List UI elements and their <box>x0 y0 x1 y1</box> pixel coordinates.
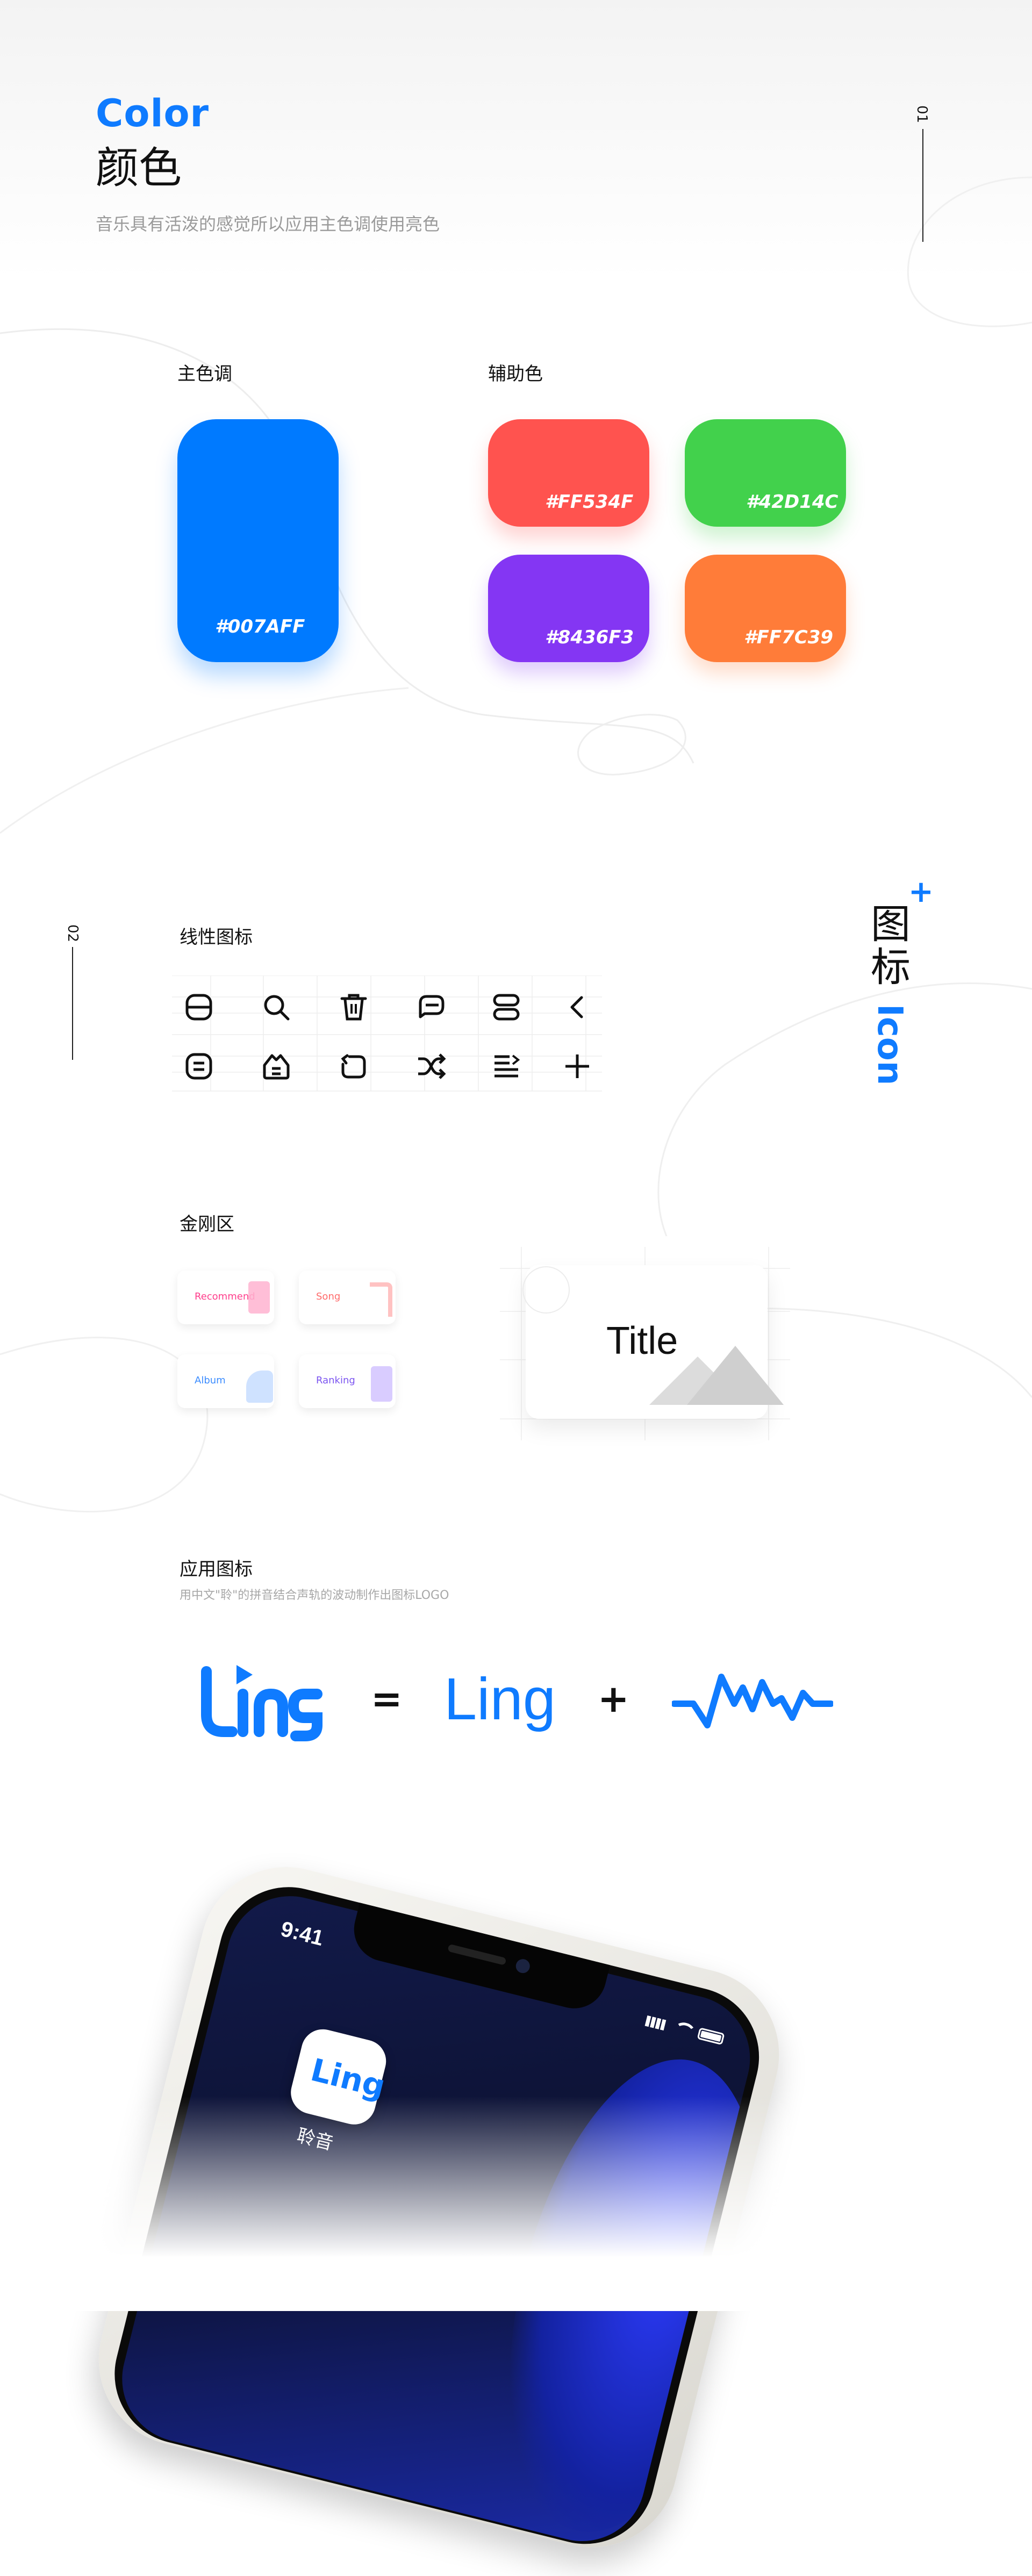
kingkong-ranking[interactable]: Ranking <box>299 1354 396 1408</box>
secondary-swatch-purple: #8436F3 <box>488 555 649 662</box>
recommend-thumb-icon <box>248 1281 270 1314</box>
chat-bubble-icon <box>419 995 445 1018</box>
trash-icon <box>340 994 367 1021</box>
inbox-icon <box>263 1054 290 1080</box>
app-icon-description: 用中文"聆"的拼音结合声轨的波动制作出图标LOGO <box>180 1589 449 1602</box>
kingkong-recommend-label: Recommend <box>195 1291 255 1302</box>
section-divider-02 <box>72 947 73 1060</box>
kingkong-album-label: Album <box>195 1375 226 1386</box>
ling-wordmark: Ling <box>444 1666 556 1732</box>
chevron-left-icon <box>570 996 583 1018</box>
title-card-title: Title <box>606 1319 678 1362</box>
icon-side-title-char-1: 图 <box>871 901 911 948</box>
secondary-color-label: 辅助色 <box>488 363 543 385</box>
primary-color-label: 主色调 <box>177 363 232 385</box>
kingkong-ranking-label: Ranking <box>316 1375 355 1386</box>
secondary-swatch-green: #42D14C <box>685 419 846 527</box>
search-icon <box>264 995 290 1021</box>
kingkong-album[interactable]: Album <box>177 1354 274 1408</box>
album-disc-icon <box>246 1370 273 1403</box>
swatch-hex-purple: #8436F3 <box>545 627 634 648</box>
app-icon-label: 应用图标 <box>180 1559 253 1580</box>
list-square-icon <box>185 1053 212 1080</box>
linear-icons-label: 线性图标 <box>180 927 253 948</box>
icon-grid <box>172 975 602 1092</box>
stack-icon <box>493 994 520 1021</box>
plus-icon <box>565 1054 589 1078</box>
icon-side-title-cn: 图 标 <box>871 903 911 989</box>
section-divider-01 <box>922 129 923 242</box>
title-card[interactable]: Title <box>522 1265 784 1419</box>
primary-color-hex: #007AFF <box>215 616 305 637</box>
equals-sign: = <box>371 1677 403 1721</box>
icon-side-title-char-2: 标 <box>871 944 911 991</box>
rounded-square-line-icon <box>185 994 212 1021</box>
secondary-swatch-orange: #FF7C39 <box>685 555 846 662</box>
color-title-cn: 颜色 <box>96 143 182 193</box>
shuffle-icon <box>418 1053 446 1079</box>
color-title-en: Color <box>96 91 210 135</box>
ling-logo-icon <box>201 1665 322 1741</box>
playlist-icon <box>494 1054 520 1078</box>
plus-sign: + <box>598 1677 629 1721</box>
primary-color-swatch: #007AFF <box>177 419 339 662</box>
icon-side-title-en: Icon <box>870 1004 909 1086</box>
ranking-bar-icon <box>371 1366 392 1402</box>
kingkong-song[interactable]: Song <box>299 1271 396 1324</box>
repeat-icon <box>341 1054 366 1079</box>
bottom-fade <box>0 2096 1032 2311</box>
signal-icon <box>644 2015 666 2031</box>
secondary-swatch-red: #FF534F <box>488 419 649 527</box>
swatch-hex-orange: #FF7C39 <box>744 627 834 648</box>
song-note-icon <box>370 1282 392 1317</box>
sound-wave-icon <box>672 1674 833 1728</box>
section-number-01: 01 <box>914 105 930 124</box>
section-number-02: 02 <box>64 924 81 943</box>
swatch-hex-red: #FF534F <box>545 491 634 513</box>
icon-plus-mark: + <box>908 874 934 909</box>
title-card-circle <box>522 1266 570 1314</box>
kingkong-song-label: Song <box>316 1291 341 1302</box>
color-subtitle: 音乐具有活泼的感觉所以应用主色调使用亮色 <box>96 214 440 234</box>
swatch-hex-green: #42D14C <box>746 491 838 513</box>
kingkong-label: 金刚区 <box>180 1214 234 1235</box>
kingkong-recommend[interactable]: Recommend <box>177 1271 274 1324</box>
